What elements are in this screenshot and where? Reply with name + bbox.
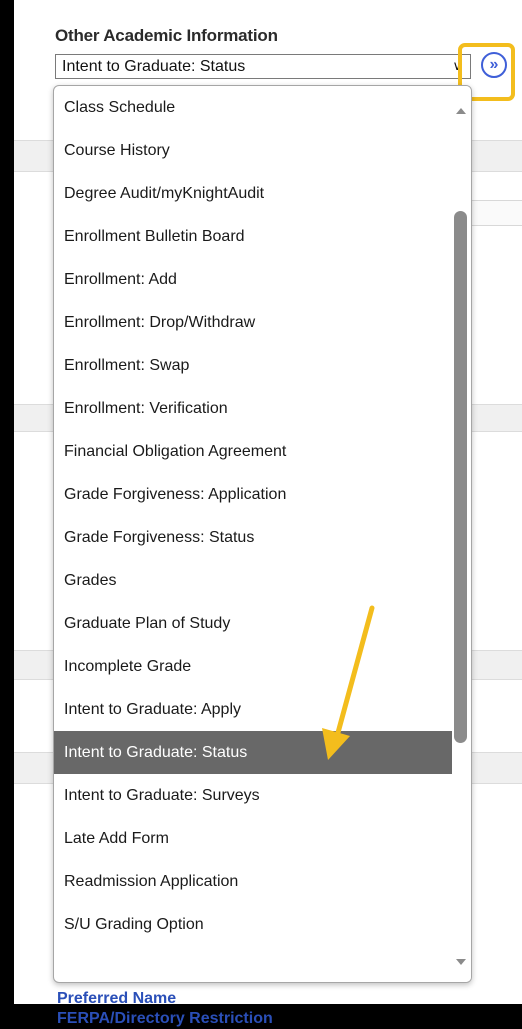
dropdown-option[interactable]: Readmission Application <box>54 860 452 903</box>
go-button[interactable]: » <box>481 52 507 78</box>
scroll-down-arrow-icon[interactable] <box>456 959 466 965</box>
dropdown-option[interactable]: S/U Grading Option <box>54 903 452 946</box>
dropdown-option[interactable]: Intent to Graduate: Surveys <box>54 774 452 817</box>
dropdown-option[interactable]: Class Schedule <box>54 86 452 129</box>
dropdown-option[interactable]: Incomplete Grade <box>54 645 452 688</box>
dropdown-list[interactable]: Class Schedule Course History Degree Audit… <box>53 85 472 983</box>
ferpa-directory-restriction-link[interactable]: FERPA/Directory Restriction <box>57 1009 273 1029</box>
dropdown-option[interactable]: Enrollment: Add <box>54 258 452 301</box>
dropdown-option[interactable]: Late Add Form <box>54 817 452 860</box>
dropdown-option[interactable]: Financial Obligation Agreement <box>54 430 452 473</box>
dropdown-option[interactable]: Enrollment: Drop/Withdraw <box>54 301 452 344</box>
select-current-value: Intent to Graduate: Status <box>62 58 246 75</box>
dropdown-option[interactable]: Graduate Plan of Study <box>54 602 452 645</box>
dropdown-option[interactable]: Grades <box>54 559 452 602</box>
scrollbar-thumb[interactable] <box>454 211 467 743</box>
dropdown-option[interactable]: Grade Forgiveness: Application <box>54 473 452 516</box>
scrollbar[interactable] <box>452 86 471 982</box>
other-academic-info-select[interactable]: Intent to Graduate: Status ∨ <box>55 54 471 79</box>
section-title: Other Academic Information <box>55 26 278 45</box>
dropdown-option[interactable]: Grade Forgiveness: Status <box>54 516 452 559</box>
double-chevron-right-icon: » <box>489 56 499 73</box>
dropdown-option[interactable]: Intent to Graduate: Apply <box>54 688 452 731</box>
dropdown-option[interactable]: Enrollment: Verification <box>54 387 452 430</box>
dropdown-options: Class Schedule Course History Degree Audit… <box>54 86 452 946</box>
dropdown-option[interactable]: Enrollment Bulletin Board <box>54 215 452 258</box>
links-list: Preferred Name FERPA/Directory Restricti… <box>57 989 273 1029</box>
dropdown-option[interactable]: Enrollment: Swap <box>54 344 452 387</box>
scroll-up-arrow-icon[interactable] <box>456 108 466 114</box>
dropdown-option[interactable]: Course History <box>54 129 452 172</box>
annotation-arrow-icon <box>322 605 375 760</box>
dropdown-option[interactable]: Degree Audit/myKnightAudit <box>54 172 452 215</box>
dropdown-option[interactable]: Intent to Graduate: Status <box>54 731 452 774</box>
preferred-name-link[interactable]: Preferred Name <box>57 989 273 1009</box>
